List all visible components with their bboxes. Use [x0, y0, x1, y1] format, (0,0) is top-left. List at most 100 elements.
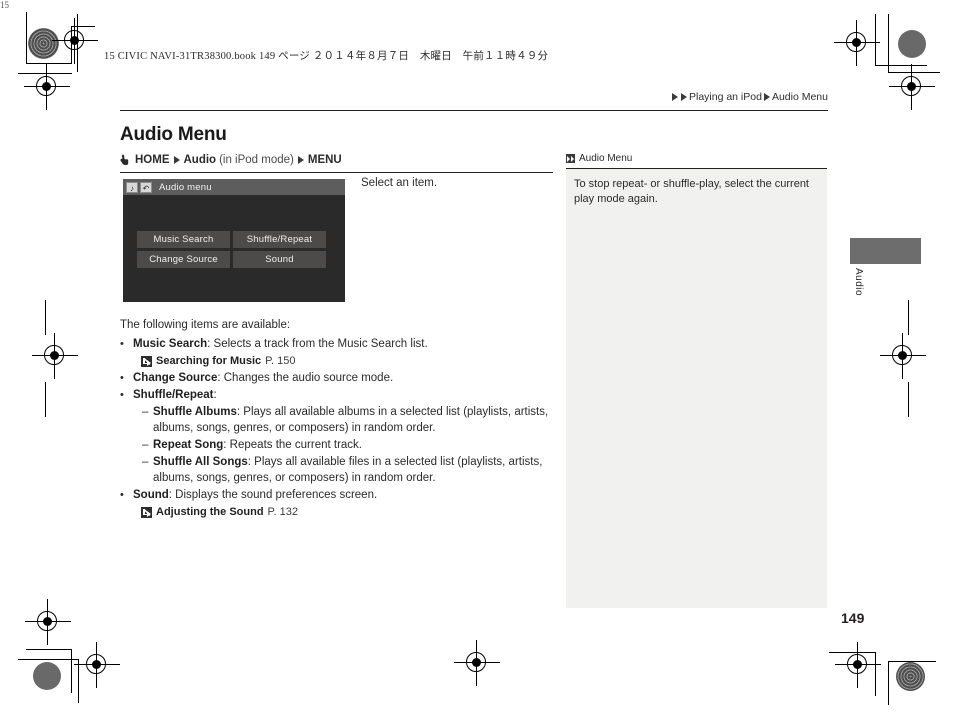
registration-blob: [896, 662, 925, 691]
sub-list-item-body: Repeat Song: Repeats the current track.: [153, 437, 560, 453]
command-audio: Audio: [183, 154, 217, 166]
registration-mark: [32, 333, 78, 379]
registration-mark: [74, 642, 120, 688]
crop-mark-line: [18, 659, 78, 660]
dash-marker: –: [142, 406, 149, 418]
breadcrumb: Playing an iPod Audio Menu: [671, 91, 828, 103]
chevron-right-icon: [671, 93, 678, 101]
crop-mark-line: [908, 382, 909, 417]
instruction-text: Select an item.: [361, 177, 438, 189]
sub-list-item-term: Repeat Song: [153, 439, 224, 451]
body-intro: The following items are available:: [120, 319, 291, 331]
list-item-term: Shuffle/Repeat: [133, 389, 214, 401]
registration-mark: [24, 64, 70, 110]
nav-screen-illustration: ♪ ↶ Audio menu Music Search Shuffle/Repe…: [123, 179, 345, 302]
crop-mark-line: [26, 63, 72, 64]
reference-page: P. 150: [265, 355, 296, 367]
book-file-header: 15 CIVIC NAVI-31TR38300.book 149 ページ ２０１…: [104, 51, 549, 62]
nav-button-change-source[interactable]: Change Source: [137, 251, 230, 268]
sub-list-item: – Shuffle All Songs: Plays all available…: [142, 454, 560, 486]
crop-mark-line: [908, 300, 909, 335]
list-item-desc: :: [213, 389, 217, 401]
list-item-desc: : Displays the sound preferences screen.: [168, 489, 378, 501]
chevron-right-icon: [297, 156, 304, 164]
chevron-right-icon: [763, 93, 770, 101]
registration-blob: [28, 28, 59, 59]
crop-mark-line: [875, 652, 876, 696]
plate-number: 15: [0, 0, 9, 10]
breadcrumb-item-1[interactable]: Playing an iPod: [689, 91, 762, 103]
side-note-heading: Audio Menu: [566, 153, 827, 164]
hand-pointer-icon: [120, 154, 129, 166]
list-item-body: Shuffle/Repeat:: [133, 387, 560, 403]
crop-mark-line: [888, 661, 889, 705]
registration-mark: [52, 18, 98, 64]
breadcrumb-item-2[interactable]: Audio Menu: [772, 91, 828, 103]
registration-mark: [834, 20, 880, 66]
crop-mark-line: [888, 14, 889, 72]
sub-list-item-body: Shuffle Albums: Plays all available albu…: [153, 404, 560, 436]
command-menu: MENU: [307, 154, 342, 166]
sub-list-item: – Shuffle Albums: Plays all available al…: [142, 404, 560, 436]
reference-title: Searching for Music: [156, 355, 262, 367]
return-arrow-icon: ↶: [140, 181, 152, 193]
side-note-heading-label: Audio Menu: [579, 153, 633, 164]
crop-mark-line: [45, 300, 46, 335]
dash-marker: –: [142, 456, 149, 468]
bullet-marker: •: [120, 489, 124, 501]
command-home: HOME: [135, 154, 170, 166]
crop-mark-line: [26, 649, 72, 650]
bullet-marker: •: [120, 372, 124, 384]
nav-button-shuffle-repeat[interactable]: Shuffle/Repeat: [233, 231, 326, 248]
registration-mark: [880, 333, 926, 379]
registration-blob: [898, 30, 926, 58]
chevron-right-icon: [680, 93, 687, 101]
reference-page: P. 132: [267, 506, 298, 518]
section-tab: [850, 238, 921, 264]
list-item-desc: : Selects a track from the Music Search …: [207, 338, 428, 350]
side-note-text: To stop repeat- or shuffle-play, select …: [574, 178, 809, 205]
crop-mark-line: [875, 65, 927, 66]
list-item: • Music Search: Selects a track from the…: [120, 336, 560, 352]
section-tab-label: Audio: [853, 268, 864, 297]
crop-mark-line: [78, 659, 79, 703]
sub-list-item-term: Shuffle Albums: [153, 406, 237, 418]
bullet-marker: •: [120, 338, 124, 350]
sub-list-item-term: Shuffle All Songs: [153, 456, 248, 468]
reference-arrow-icon: [141, 506, 152, 518]
registration-mark: [454, 640, 500, 686]
registration-mark: [889, 64, 935, 110]
music-note-icon: ♪: [126, 181, 138, 193]
registration-mark: [25, 599, 71, 645]
crop-mark-line: [26, 12, 27, 64]
dash-marker: –: [142, 439, 149, 451]
list-item-term: Music Search: [133, 338, 208, 350]
list-item: • Shuffle/Repeat:: [120, 387, 560, 403]
page-number: 149: [841, 610, 865, 626]
note-marker-icon: [566, 154, 575, 163]
list-item-term: Change Source: [133, 372, 218, 384]
crop-mark-line: [71, 649, 72, 693]
reference-arrow-icon: [141, 355, 152, 367]
command-mode-note: (in iPod mode): [219, 154, 294, 166]
list-item: • Sound: Displays the sound preferences …: [120, 487, 560, 503]
registration-mark: [835, 642, 881, 688]
nav-button-sound[interactable]: Sound: [233, 251, 326, 268]
list-item-body: Change Source: Changes the audio source …: [133, 370, 560, 386]
header-divider: [120, 110, 828, 111]
sub-list-item-desc: : Repeats the current track.: [223, 439, 362, 451]
nav-screen-button-grid: Music Search Shuffle/Repeat Change Sourc…: [137, 231, 326, 268]
crop-mark-line: [45, 382, 46, 417]
list-item: • Change Source: Changes the audio sourc…: [120, 370, 560, 386]
nav-screen-titlebar: ♪ ↶ Audio menu: [123, 179, 345, 195]
registration-blob: [33, 662, 61, 690]
cross-reference[interactable]: Searching for Music P. 150: [141, 353, 560, 369]
cross-reference[interactable]: Adjusting the Sound P. 132: [141, 504, 560, 520]
list-item-term: Sound: [133, 489, 169, 501]
page-title: Audio Menu: [120, 124, 227, 145]
sub-list-item: – Repeat Song: Repeats the current track…: [142, 437, 560, 453]
body-content: The following items are available: • Mus…: [120, 317, 560, 520]
nav-screen-title: Audio menu: [159, 181, 212, 193]
chevron-right-icon: [173, 156, 180, 164]
nav-button-music-search[interactable]: Music Search: [137, 231, 230, 248]
